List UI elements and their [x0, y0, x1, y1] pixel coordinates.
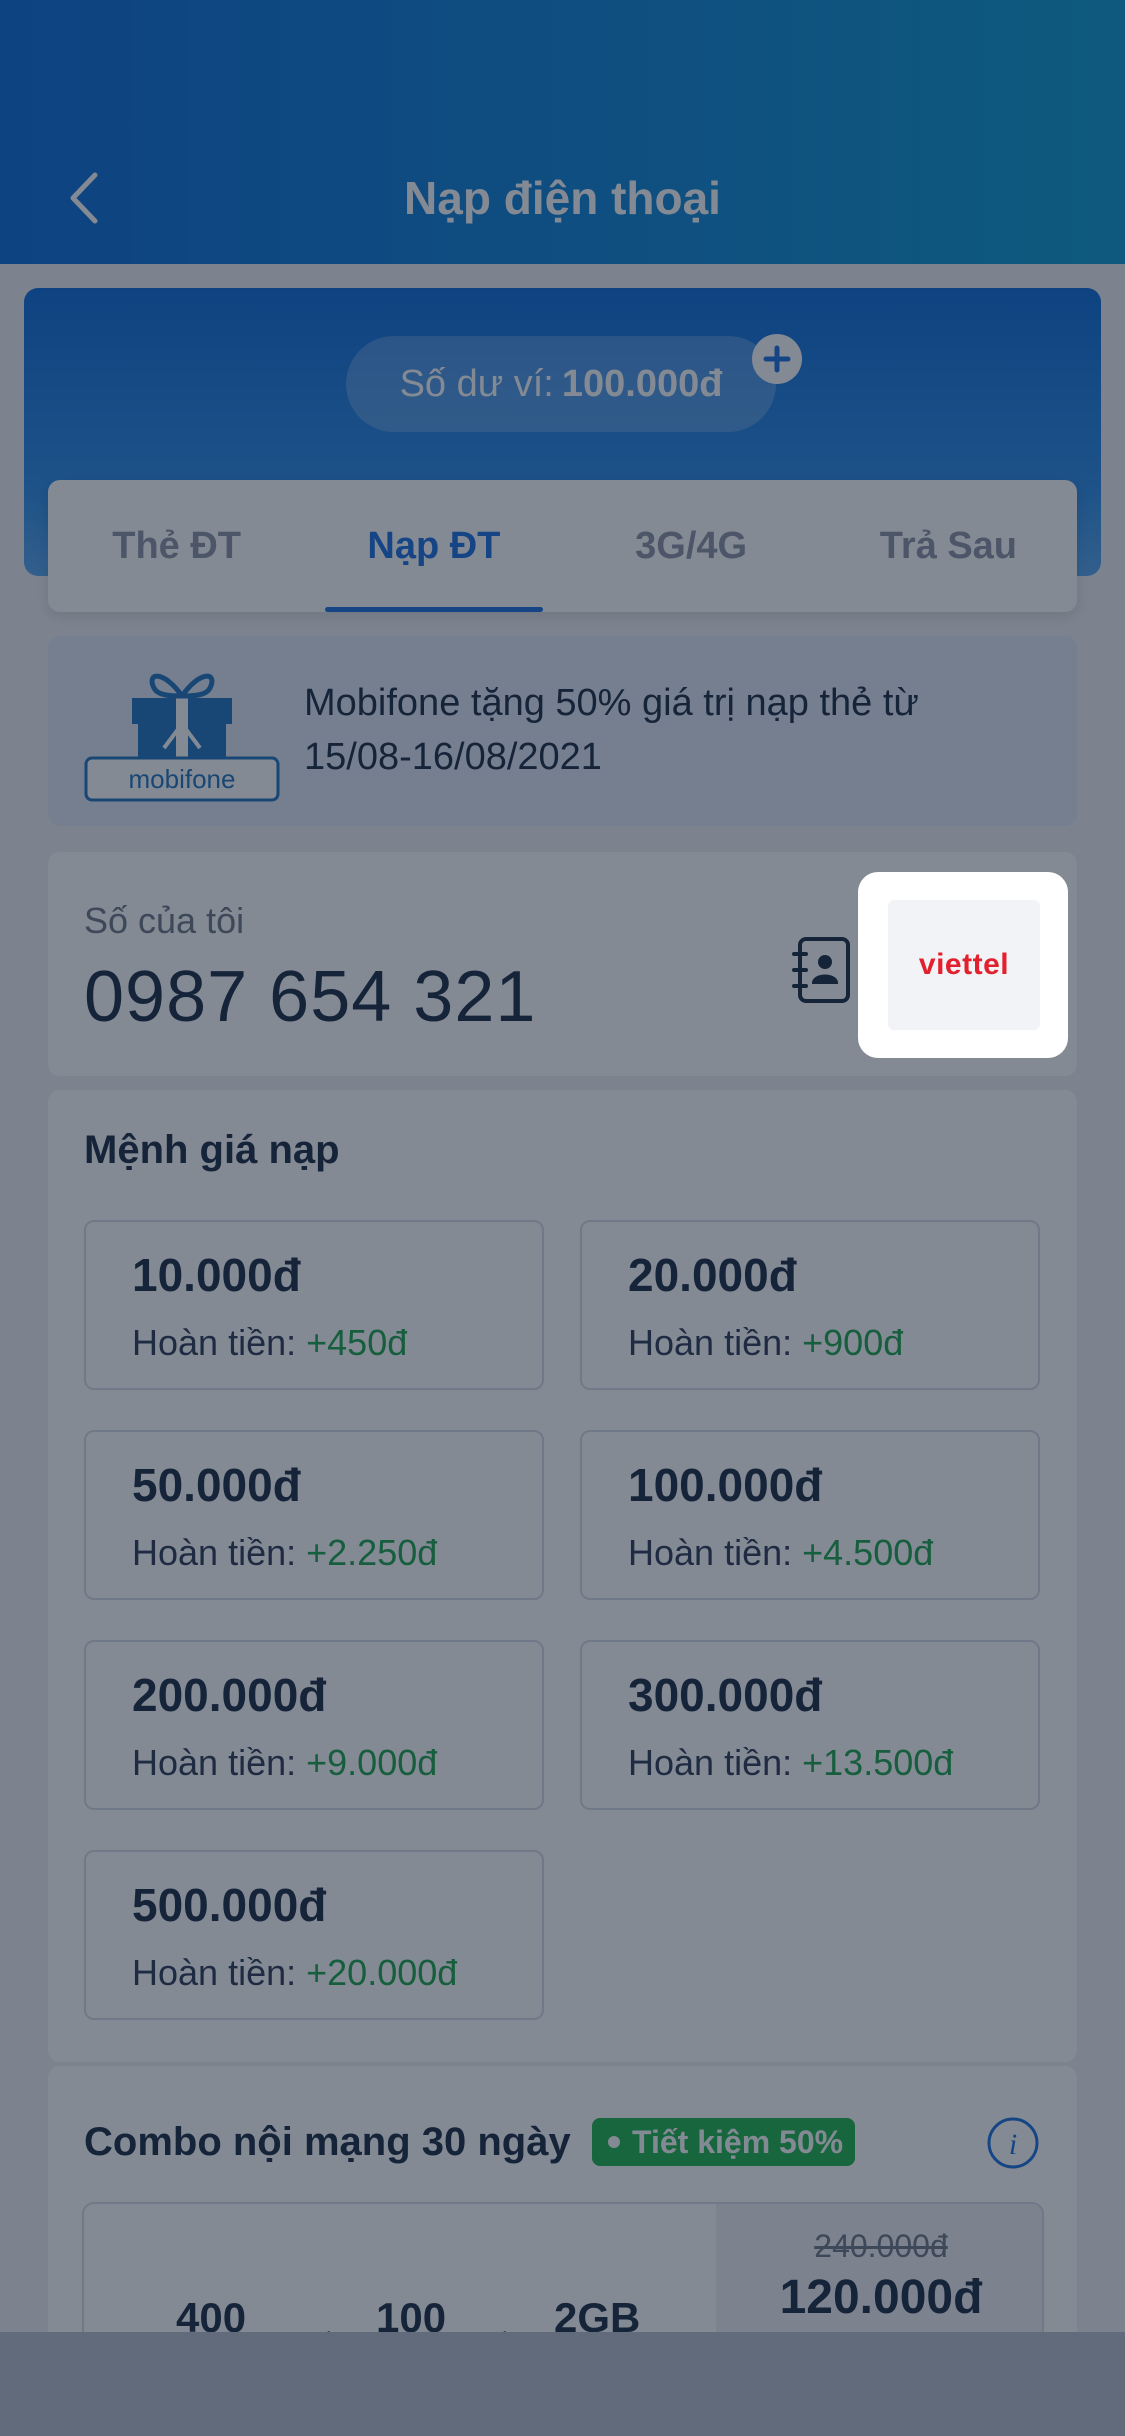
denomination-value: 10.000đ	[132, 1249, 301, 1301]
cashback-label: Hoàn tiền:	[628, 1322, 793, 1363]
denomination-value: 50.000đ	[132, 1459, 301, 1511]
viettel-logo: viettel	[888, 900, 1040, 1030]
carrier-selector[interactable]: viettel	[858, 872, 1068, 1058]
tab-bar: Thẻ ĐT Nạp ĐT 3G/4G Trả Sau	[48, 480, 1077, 612]
cashback-amount: +450đ	[306, 1322, 408, 1363]
bottom-bar	[0, 2332, 1125, 2436]
denomination-option[interactable]: 500.000đ Hoàn tiền: +20.000đ	[84, 1850, 544, 2020]
phone-number-input[interactable]: 0987 654 321	[84, 956, 536, 1038]
app-screen: Nạp điện thoại Số dư ví: 100.000đ Thẻ ĐT…	[0, 0, 1125, 2436]
cashback-label: Hoàn tiền:	[132, 1742, 297, 1783]
cashback-amount: +9.000đ	[306, 1742, 438, 1783]
denomination-option[interactable]: 50.000đ Hoàn tiền: +2.250đ	[84, 1430, 544, 1600]
denomination-cashback: Hoàn tiền: +450đ	[132, 1322, 407, 1364]
denomination-cashback: Hoàn tiền: +9.000đ	[132, 1742, 437, 1784]
denomination-value: 100.000đ	[628, 1459, 823, 1511]
denomination-option[interactable]: 20.000đ Hoàn tiền: +900đ	[580, 1220, 1040, 1390]
denomination-title: Mệnh giá nạp	[84, 1128, 340, 1172]
tab-tra-sau[interactable]: Trả Sau	[820, 480, 1077, 612]
phone-label: Số của tôi	[84, 900, 245, 941]
page-title: Nạp điện thoại	[404, 172, 721, 224]
denomination-cashback: Hoàn tiền: +13.500đ	[628, 1742, 953, 1784]
denomination-option[interactable]: 10.000đ Hoàn tiền: +450đ	[84, 1220, 544, 1390]
denomination-value: 500.000đ	[132, 1879, 327, 1931]
info-icon[interactable]: i	[986, 2116, 1040, 2170]
denomination-cashback: Hoàn tiền: +2.250đ	[132, 1532, 437, 1574]
denomination-value: 20.000đ	[628, 1249, 797, 1301]
promo-text: Mobifone tặng 50% giá trị nạp thẻ từ 15/…	[304, 682, 919, 778]
wallet-balance-amount: 100.000đ	[561, 362, 723, 405]
add-funds-button[interactable]	[752, 334, 802, 384]
contacts-book-icon[interactable]	[792, 936, 852, 1004]
combo-new-price: 120.000đ	[779, 2271, 983, 2324]
cashback-amount: +2.250đ	[306, 1532, 438, 1573]
mobifone-logo-text: mobifone	[129, 764, 236, 794]
wallet-balance: Số dư ví: 100.000đ	[346, 336, 776, 432]
cashback-label: Hoàn tiền:	[132, 1952, 297, 1993]
app-header: Nạp điện thoại	[0, 0, 1125, 264]
plus-icon	[763, 345, 791, 373]
cashback-label: Hoàn tiền:	[132, 1532, 297, 1573]
denomination-section: Mệnh giá nạp 10.000đ Hoàn tiền: +450đ 20…	[48, 1090, 1077, 2062]
mobifone-gift-logo: mobifone	[84, 673, 280, 802]
denomination-cashback: Hoàn tiền: +900đ	[628, 1322, 903, 1364]
denomination-cashback: Hoàn tiền: +20.000đ	[132, 1952, 457, 1994]
denomination-cashback: Hoàn tiền: +4.500đ	[628, 1532, 933, 1574]
savings-badge: Tiết kiệm 50%	[592, 2118, 856, 2166]
svg-text:i: i	[1009, 2128, 1017, 2161]
denomination-option[interactable]: 300.000đ Hoàn tiền: +13.500đ	[580, 1640, 1040, 1810]
cashback-amount: +4.500đ	[802, 1532, 934, 1573]
wallet-balance-label: Số dư ví:	[399, 362, 554, 405]
combo-title: Combo nội mạng 30 ngày	[84, 2120, 571, 2164]
tab-the-dt[interactable]: Thẻ ĐT	[48, 480, 305, 612]
cashback-amount: +20.000đ	[306, 1952, 458, 1993]
cashback-label: Hoàn tiền:	[132, 1322, 297, 1363]
tab-3g-4g[interactable]: 3G/4G	[563, 480, 820, 612]
combo-old-price: 240.000đ	[814, 2228, 948, 2264]
denomination-option[interactable]: 100.000đ Hoàn tiền: +4.500đ	[580, 1430, 1040, 1600]
promo-banner[interactable]: mobifone Mobifone tặng 50% giá trị nạp t…	[48, 636, 1077, 826]
cashback-label: Hoàn tiền:	[628, 1742, 793, 1783]
cashback-amount: +900đ	[802, 1322, 904, 1363]
tab-nap-dt[interactable]: Nạp ĐT	[305, 480, 562, 612]
cashback-amount: +13.500đ	[802, 1742, 954, 1783]
cashback-label: Hoàn tiền:	[628, 1532, 793, 1573]
denomination-value: 300.000đ	[628, 1669, 823, 1721]
denomination-option[interactable]: 200.000đ Hoàn tiền: +9.000đ	[84, 1640, 544, 1810]
denomination-value: 200.000đ	[132, 1669, 327, 1721]
